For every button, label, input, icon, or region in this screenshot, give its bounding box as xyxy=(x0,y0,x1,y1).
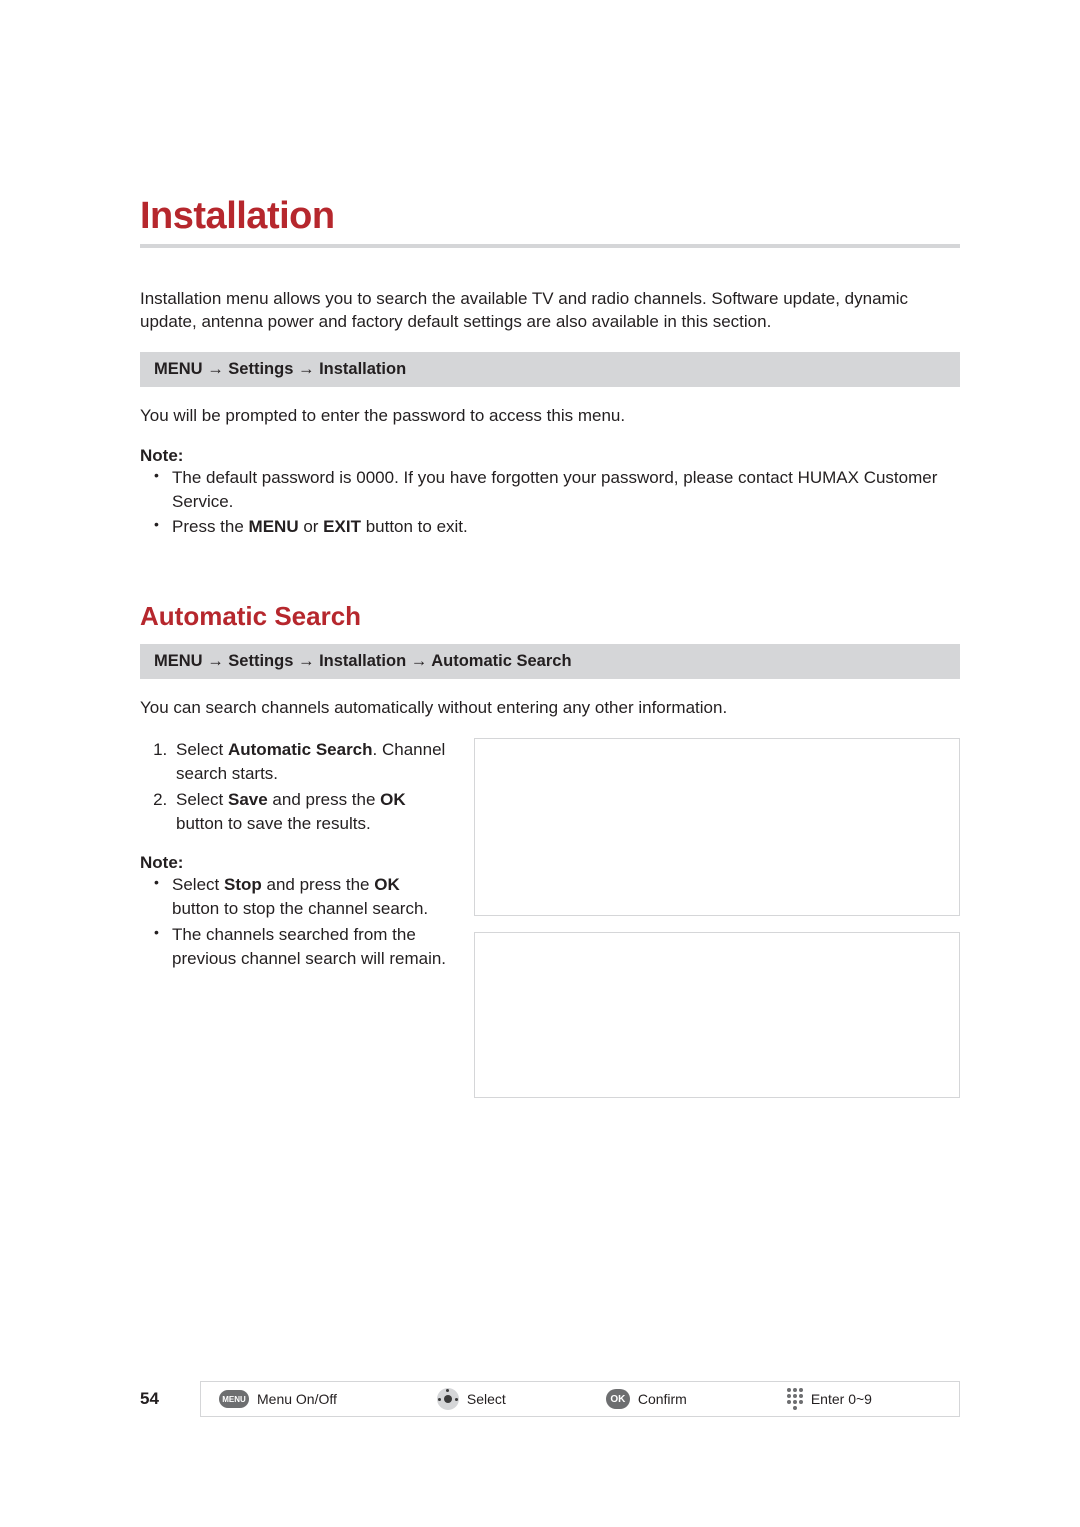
nav-settings: Settings xyxy=(228,652,293,670)
list-item: The default password is 0000. If you hav… xyxy=(172,466,960,514)
screenshot-placeholder-2 xyxy=(474,932,960,1098)
note-text: Press the xyxy=(172,517,249,536)
note-list-2: Select Stop and press the OK button to s… xyxy=(140,873,450,970)
note-text: and press the xyxy=(262,875,374,894)
arrow-icon: → xyxy=(207,360,224,378)
legend-confirm: OK Confirm xyxy=(606,1389,687,1409)
bold-auto-search: Automatic Search xyxy=(228,740,373,759)
list-item: Press the MENU or EXIT button to exit. xyxy=(172,515,960,539)
two-column-layout: Select Automatic Search. Channel search … xyxy=(140,738,960,1098)
intro-paragraph: Installation menu allows you to search t… xyxy=(140,288,960,334)
bold-save: Save xyxy=(228,790,268,809)
steps-column: Select Automatic Search. Channel search … xyxy=(140,738,450,1098)
note-list-1: The default password is 0000. If you hav… xyxy=(140,466,960,539)
page-footer: 54 MENU Menu On/Off Select OK Confirm xyxy=(140,1381,960,1417)
note-text: button to exit. xyxy=(361,517,468,536)
chapter-title: Installation xyxy=(140,195,960,238)
note-text: Select xyxy=(172,875,224,894)
numeric-pad-icon xyxy=(787,1388,803,1410)
list-item: Select Save and press the OK button to s… xyxy=(172,788,450,836)
arrow-icon: → xyxy=(207,652,224,670)
legend-label: Select xyxy=(467,1391,506,1407)
bold-ok: OK xyxy=(374,875,400,894)
password-prompt: You will be prompted to enter the passwo… xyxy=(140,405,960,428)
legend-select: Select xyxy=(437,1388,506,1410)
nav-menu: MENU xyxy=(154,360,203,378)
nav-menu: MENU xyxy=(154,652,203,670)
note-label: Note: xyxy=(140,446,960,466)
list-item: The channels searched from the previous … xyxy=(172,923,450,971)
arrow-icon: → xyxy=(411,652,428,670)
step-text: Select xyxy=(176,740,228,759)
note-text: button to stop the channel search. xyxy=(172,899,428,918)
step-text: button to save the results. xyxy=(176,814,371,833)
page-number: 54 xyxy=(140,1389,200,1409)
nav-installation: Installation xyxy=(319,652,406,670)
nav-auto-search: Automatic Search xyxy=(431,652,571,670)
bold-exit: EXIT xyxy=(323,517,361,536)
note-label: Note: xyxy=(140,853,450,873)
nav-settings: Settings xyxy=(228,360,293,378)
manual-page: Installation Installation menu allows yo… xyxy=(0,0,1080,1527)
nav-pad-icon xyxy=(437,1388,459,1410)
legend-label: Confirm xyxy=(638,1391,687,1407)
list-item: Select Stop and press the OK button to s… xyxy=(172,873,450,921)
auto-search-intro: You can search channels automatically wi… xyxy=(140,697,960,720)
bold-stop: Stop xyxy=(224,875,262,894)
arrow-icon: → xyxy=(298,360,315,378)
menu-button-icon: MENU xyxy=(219,1390,249,1408)
bold-menu: MENU xyxy=(249,517,299,536)
nav-path-installation: MENU → Settings → Installation xyxy=(140,352,960,387)
screenshot-placeholder-1 xyxy=(474,738,960,916)
nav-path-auto-search: MENU → Settings → Installation → Automat… xyxy=(140,644,960,679)
title-rule xyxy=(140,244,960,248)
arrow-icon: → xyxy=(298,652,315,670)
note-text: The default password is 0000. If you hav… xyxy=(172,468,937,511)
section-title: Automatic Search xyxy=(140,601,960,632)
legend-label: Menu On/Off xyxy=(257,1391,337,1407)
legend-menu: MENU Menu On/Off xyxy=(219,1390,337,1408)
step-text: and press the xyxy=(268,790,380,809)
ok-button-icon: OK xyxy=(606,1389,630,1409)
button-legend: MENU Menu On/Off Select OK Confirm Enter… xyxy=(200,1381,960,1417)
list-item: Select Automatic Search. Channel search … xyxy=(172,738,450,786)
legend-numeric: Enter 0~9 xyxy=(787,1388,872,1410)
legend-label: Enter 0~9 xyxy=(811,1391,872,1407)
note-text: or xyxy=(299,517,324,536)
steps-list: Select Automatic Search. Channel search … xyxy=(140,738,450,835)
bold-ok: OK xyxy=(380,790,406,809)
note-text: The channels searched from the previous … xyxy=(172,925,446,968)
nav-installation: Installation xyxy=(319,360,406,378)
step-text: Select xyxy=(176,790,228,809)
image-column xyxy=(474,738,960,1098)
